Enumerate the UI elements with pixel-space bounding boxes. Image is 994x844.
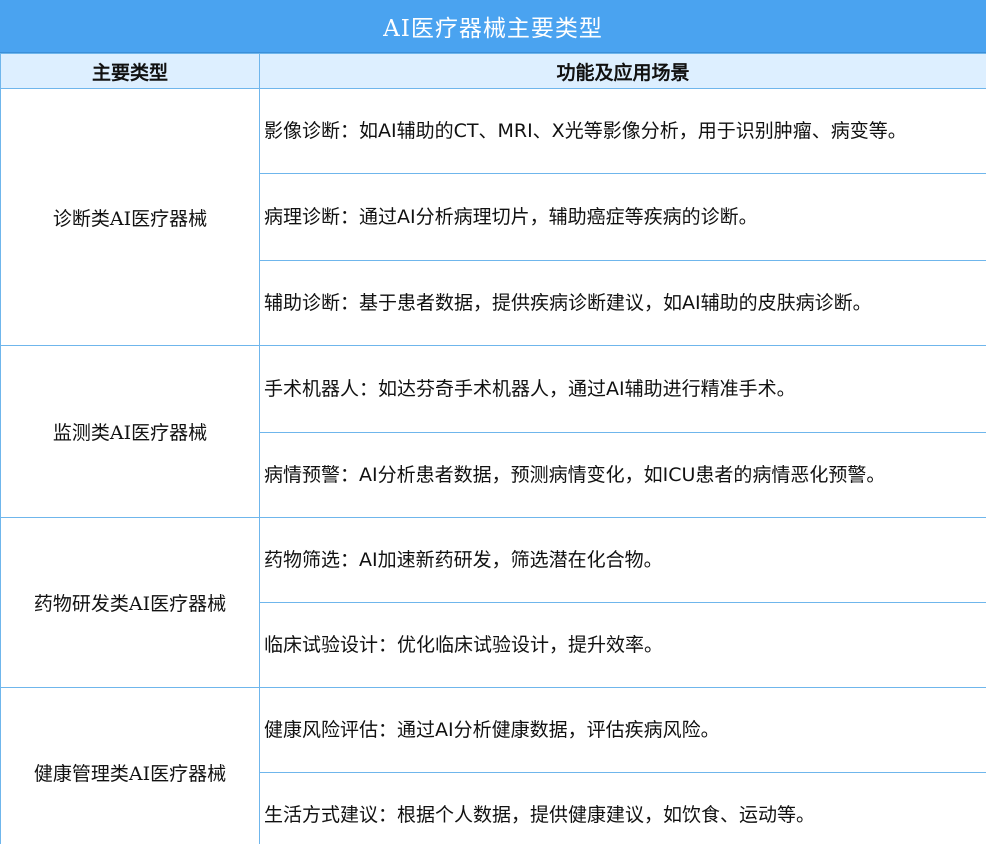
header-row: 主要类型 功能及应用场景 — [0, 53, 986, 89]
function-cell: 辅助诊断：基于患者数据，提供疾病诊断建议，如AI辅助的皮肤病诊断。 — [259, 260, 986, 346]
table-title: AI医疗器械主要类型 — [0, 0, 986, 53]
function-cell: 影像诊断：如AI辅助的CT、MRI、X光等影像分析，用于识别肿瘤、病变等。 — [259, 88, 986, 174]
category-drug-research: 药物研发类AI医疗器械 — [0, 517, 260, 688]
category-monitoring: 监测类AI医疗器械 — [0, 345, 260, 518]
page-margin — [986, 0, 994, 844]
category-diagnosis: 诊断类AI医疗器械 — [0, 88, 260, 346]
table-row: 监测类AI医疗器械 手术机器人：如达芬奇手术机器人，通过AI辅助进行精准手术。 — [0, 345, 986, 518]
table-container: AI医疗器械主要类型 主要类型 功能及应用场景 诊断类AI医疗器械 影像诊断：如… — [0, 0, 986, 844]
function-cell: 病理诊断：通过AI分析病理切片，辅助癌症等疾病的诊断。 — [259, 173, 986, 261]
function-cell: 药物筛选：AI加速新药研发，筛选潜在化合物。 — [259, 517, 986, 603]
header-type: 主要类型 — [0, 53, 260, 89]
table-row: 健康管理类AI医疗器械 健康风险评估：通过AI分析健康数据，评估疾病风险。 — [0, 687, 986, 844]
function-cell: 手术机器人：如达芬奇手术机器人，通过AI辅助进行精准手术。 — [259, 345, 986, 433]
function-cell: 病情预警：AI分析患者数据，预测病情变化，如ICU患者的病情恶化预警。 — [259, 432, 986, 518]
function-cell: 临床试验设计：优化临床试验设计，提升效率。 — [259, 602, 986, 688]
table-row: 诊断类AI医疗器械 影像诊断：如AI辅助的CT、MRI、X光等影像分析，用于识别… — [0, 88, 986, 346]
header-function: 功能及应用场景 — [259, 53, 986, 89]
function-cell: 生活方式建议：根据个人数据，提供健康建议，如饮食、运动等。 — [259, 772, 986, 844]
category-health-management: 健康管理类AI医疗器械 — [0, 687, 260, 844]
table-row: 药物研发类AI医疗器械 药物筛选：AI加速新药研发，筛选潜在化合物。 — [0, 517, 986, 688]
types-table: 主要类型 功能及应用场景 诊断类AI医疗器械 影像诊断：如AI辅助的CT、MRI… — [0, 53, 986, 844]
function-cell: 健康风险评估：通过AI分析健康数据，评估疾病风险。 — [259, 687, 986, 773]
